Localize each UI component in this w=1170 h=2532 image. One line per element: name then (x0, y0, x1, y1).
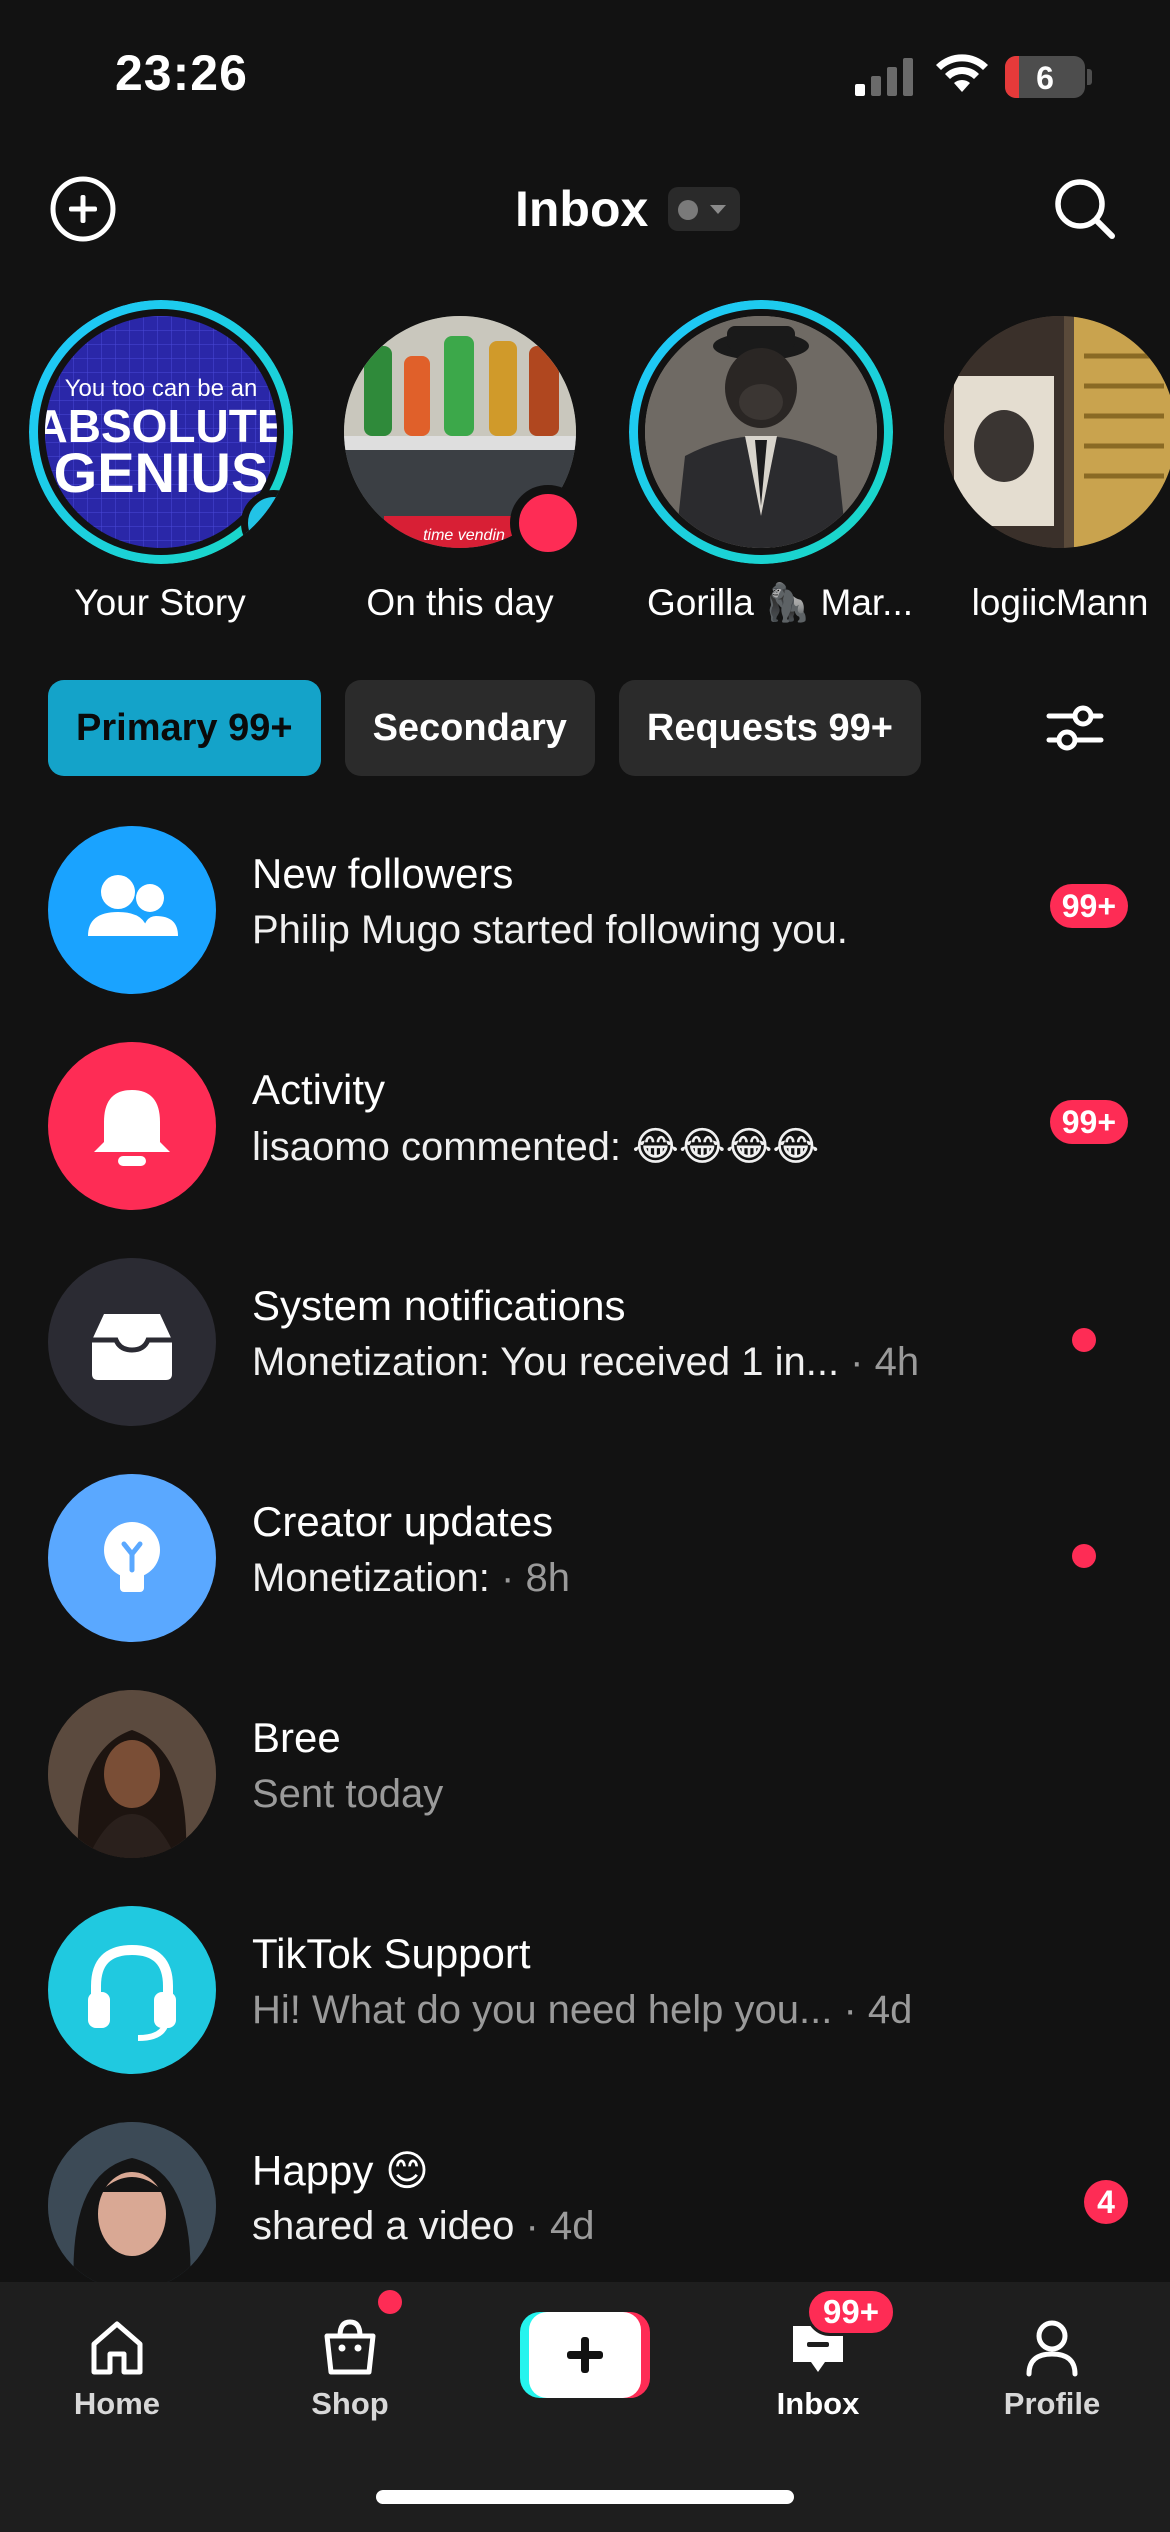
list-item-subtitle: Sent today (252, 1772, 444, 1816)
inbox-tray-icon (48, 1258, 216, 1426)
shop-notification-dot (378, 2290, 402, 2314)
list-item-title: Creator updates (252, 1498, 554, 1545)
header: Inbox (0, 150, 1170, 265)
story-label: Your Story (74, 582, 246, 623)
list-item-subtitle: Philip Mugo started following you. (252, 908, 848, 952)
svg-text:time vendin: time vendin (423, 527, 505, 544)
search-icon[interactable] (1050, 174, 1120, 244)
inbox-tabs: Primary 99+ Secondary Requests 99+ (48, 680, 945, 776)
svg-text:You too can be an: You too can be an (65, 375, 258, 402)
list-item-subtitle: shared a video · 4d (252, 2204, 595, 2248)
followers-icon (48, 826, 216, 994)
unread-count-badge: 99+ (1049, 884, 1128, 928)
new-memory-dot (510, 485, 586, 561)
avatar (48, 1690, 216, 1858)
list-item-activity[interactable]: Activity lisaomo commented: 😂😂😂😂 99+ (0, 1026, 1170, 1226)
list-item-title: Bree (252, 1714, 341, 1761)
add-story-icon[interactable] (241, 490, 293, 556)
timestamp: · 4h (839, 1340, 920, 1384)
story-label: On this day (366, 582, 554, 623)
profile-icon (1026, 2320, 1078, 2377)
list-item-title: New followers (252, 850, 514, 897)
unread-count-badge: 4 (1084, 2180, 1128, 2224)
list-item-subtitle: Hi! What do you need help you... · 4d (252, 1988, 913, 2032)
wifi-icon (936, 54, 988, 92)
bottle-photo (944, 316, 1170, 548)
cellular-signal-icon (855, 58, 913, 96)
nav-label: Inbox (776, 2386, 860, 2421)
list-item-tiktok-support[interactable]: TikTok Support Hi! What do you need help… (0, 1890, 1170, 2090)
nav-label: Profile (1003, 2386, 1101, 2421)
shopping-bag-icon (324, 2319, 376, 2375)
status-time: 23:26 (115, 45, 248, 101)
add-circle-icon[interactable] (48, 174, 118, 244)
unread-dot (1072, 1328, 1096, 1352)
page-title: Inbox (515, 181, 649, 237)
filter-settings-icon[interactable] (1045, 700, 1105, 756)
tab-primary[interactable]: Primary 99+ (48, 680, 321, 776)
bell-icon (48, 1042, 216, 1210)
story-logiicmann[interactable] (944, 316, 1170, 548)
svg-text:GENIUS: GENIUS (54, 441, 269, 504)
list-item-bree[interactable]: Bree Sent today (0, 1674, 1170, 1874)
unread-dot (1072, 1544, 1096, 1568)
list-item-title: TikTok Support (252, 1930, 531, 1977)
nav-home[interactable]: Home (27, 2312, 207, 2422)
timestamp: · 4d (832, 1988, 913, 2032)
story-gorilla[interactable] (629, 300, 893, 564)
header-title-group[interactable]: Inbox (515, 180, 741, 238)
status-bar: 23:26 6 (0, 0, 1170, 150)
nav-profile[interactable]: Profile (962, 2312, 1142, 2422)
list-item-system-notifications[interactable]: System notifications Monetization: You r… (0, 1242, 1170, 1442)
list-item-creator-updates[interactable]: Creator updates Monetization: · 8h (0, 1458, 1170, 1658)
list-item-happy[interactable]: Happy 😊 shared a video · 4d 4 (0, 2106, 1170, 2306)
lightbulb-icon (48, 1474, 216, 1642)
nav-label: Shop (311, 2386, 389, 2421)
online-status-dropdown[interactable] (668, 187, 741, 231)
list-item-subtitle: lisaomo commented: 😂😂😂😂 (252, 1125, 820, 1169)
create-button[interactable] (520, 2312, 650, 2398)
timestamp: · 8h (501, 1556, 570, 1600)
home-icon (91, 2321, 143, 2375)
chevron-down-icon (710, 205, 727, 214)
battery-icon: 6 (1005, 56, 1092, 98)
tab-requests[interactable]: Requests 99+ (618, 680, 921, 776)
home-indicator[interactable] (376, 2490, 794, 2504)
headset-icon (48, 1906, 216, 2074)
story-label: logiicMann (971, 582, 1149, 623)
story-label: Gorilla 🦍 Mar... (646, 582, 914, 623)
tab-secondary[interactable]: Secondary (344, 680, 595, 776)
plus-icon (529, 2312, 641, 2398)
list-item-title: Happy 😊 (252, 2147, 429, 2194)
story-your-story[interactable]: You too can be an ABSOLUTE GENIUS (29, 300, 293, 564)
stories-row: You too can be an ABSOLUTE GENIUS Your S… (0, 300, 1170, 640)
unread-count-badge: 99+ (1049, 1100, 1128, 1144)
gorilla-photo (645, 316, 877, 548)
nav-shop[interactable]: Shop (260, 2312, 440, 2422)
list-item-subtitle: Monetization: · 8h (252, 1556, 570, 1600)
inbox-count-badge: 99+ (806, 2288, 896, 2336)
nav-label: Home (73, 2386, 161, 2421)
list-item-subtitle: Monetization: You received 1 in... · 4h (252, 1340, 920, 1384)
timestamp: · 4d (514, 2204, 595, 2248)
list-item-new-followers[interactable]: New followers Philip Mugo started follow… (0, 810, 1170, 1010)
list-item-title: System notifications (252, 1282, 626, 1329)
avatar (48, 2122, 216, 2290)
list-item-title: Activity (252, 1066, 386, 1113)
battery-level: 6 (1036, 60, 1054, 96)
